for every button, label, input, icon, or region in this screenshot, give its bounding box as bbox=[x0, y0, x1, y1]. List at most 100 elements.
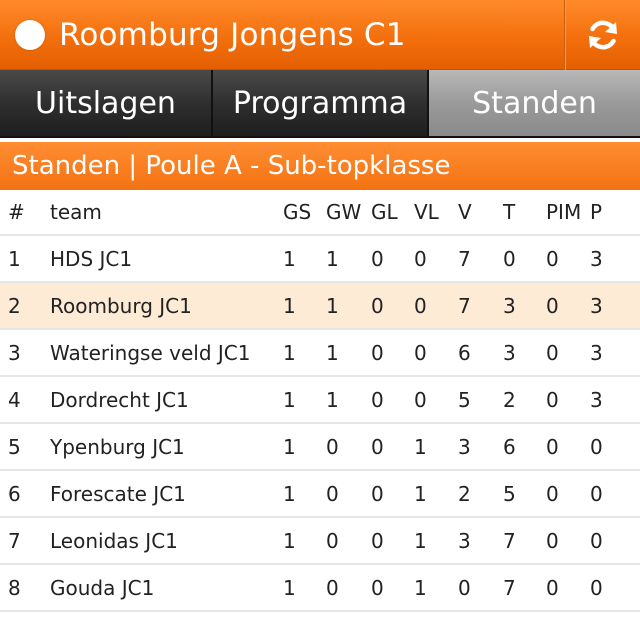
cell-vl: 1 bbox=[414, 575, 427, 600]
cell-t: 7 bbox=[503, 575, 516, 600]
cell-t: 3 bbox=[503, 293, 516, 318]
cell-gs: 1 bbox=[283, 528, 296, 553]
table-row[interactable]: 1 HDS JC1 1 1 0 0 7 0 0 3 bbox=[0, 236, 640, 283]
cell-p: 0 bbox=[590, 575, 603, 600]
cell-gw: 1 bbox=[326, 387, 339, 412]
cell-pim: 0 bbox=[546, 246, 559, 271]
table-row[interactable]: 6 Forescate JC1 1 0 0 1 2 5 0 0 bbox=[0, 471, 640, 518]
cell-v: 7 bbox=[458, 293, 471, 318]
table-row[interactable]: 2 Roomburg JC1 1 1 0 0 7 3 0 3 bbox=[0, 283, 640, 330]
header-vl: VL bbox=[414, 200, 439, 224]
cell-v: 0 bbox=[458, 575, 471, 600]
header-gs: GS bbox=[283, 200, 312, 224]
cell-gs: 1 bbox=[283, 293, 296, 318]
cell-team: Leonidas JC1 bbox=[50, 528, 178, 553]
cell-team: Gouda JC1 bbox=[50, 575, 155, 600]
cell-gs: 1 bbox=[283, 481, 296, 506]
cell-gl: 0 bbox=[371, 528, 384, 553]
cell-t: 6 bbox=[503, 434, 516, 459]
refresh-button[interactable] bbox=[564, 0, 640, 70]
cell-rank: 5 bbox=[8, 434, 21, 459]
cell-vl: 1 bbox=[414, 434, 427, 459]
cell-gl: 0 bbox=[371, 246, 384, 271]
cell-pim: 0 bbox=[546, 575, 559, 600]
cell-pim: 0 bbox=[546, 481, 559, 506]
cell-p: 3 bbox=[590, 387, 603, 412]
cell-gs: 1 bbox=[283, 246, 296, 271]
cell-team: Forescate JC1 bbox=[50, 481, 186, 506]
refresh-icon bbox=[588, 20, 617, 50]
cell-gs: 1 bbox=[283, 434, 296, 459]
cell-team: Ypenburg JC1 bbox=[50, 434, 185, 459]
table-body: 1 HDS JC1 1 1 0 0 7 0 0 3 2 Roomburg JC1 1 1 0 0 7 3 0 3 3 Wa… bbox=[0, 236, 640, 612]
cell-gw: 1 bbox=[326, 293, 339, 318]
cell-pim: 0 bbox=[546, 340, 559, 365]
cell-v: 6 bbox=[458, 340, 471, 365]
cell-t: 7 bbox=[503, 528, 516, 553]
table-row[interactable]: 7 Leonidas JC1 1 0 0 1 3 7 0 0 bbox=[0, 518, 640, 565]
cell-vl: 0 bbox=[414, 293, 427, 318]
cell-gl: 0 bbox=[371, 387, 384, 412]
app-screen: Roomburg Jongens C1 Uitslagen Programma … bbox=[0, 0, 640, 640]
cell-pim: 0 bbox=[546, 434, 559, 459]
cell-gs: 1 bbox=[283, 575, 296, 600]
section-header: Standen | Poule A - Sub-topklasse bbox=[0, 142, 640, 190]
header-v: V bbox=[458, 200, 472, 224]
cell-rank: 7 bbox=[8, 528, 21, 553]
cell-v: 7 bbox=[458, 246, 471, 271]
cell-gl: 0 bbox=[371, 293, 384, 318]
header-gw: GW bbox=[326, 200, 362, 224]
tab-standen[interactable]: Standen bbox=[429, 70, 640, 136]
cell-rank: 3 bbox=[8, 340, 21, 365]
cell-vl: 0 bbox=[414, 340, 427, 365]
cell-gw: 0 bbox=[326, 528, 339, 553]
cell-gw: 0 bbox=[326, 434, 339, 459]
standings-table: # team GS GW GL VL V T PIM P 1 HDS JC1 1 1 0… bbox=[0, 190, 640, 612]
header-team: team bbox=[50, 200, 102, 224]
cell-rank: 4 bbox=[8, 387, 21, 412]
app-title: Roomburg Jongens C1 bbox=[59, 16, 406, 53]
tab-programma[interactable]: Programma bbox=[213, 70, 429, 136]
cell-p: 0 bbox=[590, 434, 603, 459]
cell-rank: 2 bbox=[8, 293, 21, 318]
cell-p: 0 bbox=[590, 481, 603, 506]
cell-vl: 1 bbox=[414, 481, 427, 506]
cell-p: 3 bbox=[590, 246, 603, 271]
cell-gl: 0 bbox=[371, 575, 384, 600]
cell-gw: 0 bbox=[326, 575, 339, 600]
cell-v: 2 bbox=[458, 481, 471, 506]
cell-team: Roomburg JC1 bbox=[50, 293, 192, 318]
table-row[interactable]: 8 Gouda JC1 1 0 0 1 0 7 0 0 bbox=[0, 565, 640, 612]
cell-t: 3 bbox=[503, 340, 516, 365]
cell-team: Wateringse veld JC1 bbox=[50, 340, 251, 365]
cell-gl: 0 bbox=[371, 340, 384, 365]
cell-rank: 8 bbox=[8, 575, 21, 600]
status-dot-icon bbox=[15, 19, 45, 50]
cell-p: 3 bbox=[590, 340, 603, 365]
cell-t: 2 bbox=[503, 387, 516, 412]
cell-gw: 0 bbox=[326, 481, 339, 506]
tab-bar: Uitslagen Programma Standen bbox=[0, 70, 640, 138]
cell-pim: 0 bbox=[546, 293, 559, 318]
cell-gs: 1 bbox=[283, 340, 296, 365]
header-t: T bbox=[503, 200, 516, 224]
cell-v: 3 bbox=[458, 434, 471, 459]
table-row[interactable]: 4 Dordrecht JC1 1 1 0 0 5 2 0 3 bbox=[0, 377, 640, 424]
cell-team: Dordrecht JC1 bbox=[50, 387, 189, 412]
title-bar: Roomburg Jongens C1 bbox=[0, 0, 640, 70]
table-row[interactable]: 5 Ypenburg JC1 1 0 0 1 3 6 0 0 bbox=[0, 424, 640, 471]
cell-rank: 6 bbox=[8, 481, 21, 506]
cell-gw: 1 bbox=[326, 340, 339, 365]
header-p: P bbox=[590, 200, 603, 224]
header-gl: GL bbox=[371, 200, 398, 224]
cell-vl: 0 bbox=[414, 387, 427, 412]
cell-team: HDS JC1 bbox=[50, 246, 133, 271]
cell-gs: 1 bbox=[283, 387, 296, 412]
cell-gl: 0 bbox=[371, 481, 384, 506]
cell-vl: 0 bbox=[414, 246, 427, 271]
tab-uitslagen[interactable]: Uitslagen bbox=[0, 70, 213, 136]
header-pim: PIM bbox=[546, 200, 582, 224]
table-row[interactable]: 3 Wateringse veld JC1 1 1 0 0 6 3 0 3 bbox=[0, 330, 640, 377]
cell-t: 0 bbox=[503, 246, 516, 271]
cell-pim: 0 bbox=[546, 387, 559, 412]
